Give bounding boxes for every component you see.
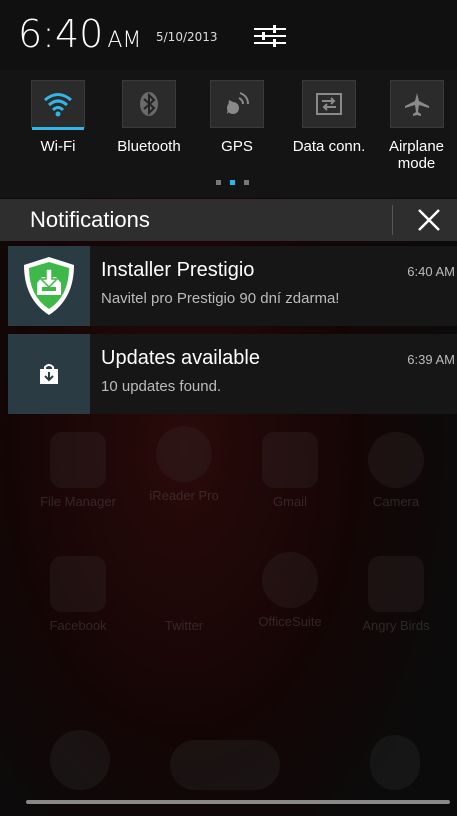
qs-tile-bluetooth[interactable]: Bluetooth	[104, 80, 194, 155]
clear-all-close-icon[interactable]	[414, 205, 444, 235]
notification-subtitle: 10 updates found.	[101, 378, 222, 395]
divider	[392, 205, 393, 235]
notification-icon-container	[8, 334, 90, 414]
airplane-icon	[404, 93, 429, 116]
gps-icon	[227, 92, 249, 114]
notification-updates-available[interactable]: Updates available 10 updates found. 6:39…	[8, 334, 457, 414]
data-connection-toggle[interactable]	[302, 80, 356, 128]
qs-label-wifi: Wi-Fi	[40, 138, 76, 155]
qs-label-bluetooth: Bluetooth	[117, 138, 181, 155]
bg-dock-center	[170, 740, 280, 790]
bg-app-file-manager: File Manager	[28, 432, 128, 509]
qs-tile-gps[interactable]: GPS	[192, 80, 282, 155]
notification-icon-container	[8, 246, 90, 326]
quick-settings-panel: Wi-Fi Bluetooth GPS Data conn. Airplane …	[0, 70, 457, 198]
update-bag-icon	[40, 364, 58, 384]
notification-title: Installer Prestigio	[101, 259, 255, 281]
bg-dock-phone	[50, 730, 110, 790]
clock: 6:40 AM	[18, 12, 142, 56]
qs-label-data: Data conn.	[292, 138, 366, 155]
installer-shield-icon	[24, 257, 74, 315]
qs-tile-airplane[interactable]: Airplane mode	[376, 80, 457, 172]
shade-drag-handle[interactable]	[26, 800, 450, 804]
notification-time: 6:40 AM	[407, 264, 455, 279]
notifications-title: Notifications	[30, 207, 150, 232]
notification-installer-prestigio[interactable]: Installer Prestigio Navitel pro Prestigi…	[8, 246, 457, 326]
bluetooth-toggle[interactable]	[122, 80, 176, 128]
bg-app-officesuite: OfficeSuite	[240, 552, 340, 629]
status-header: 6:40 AM 5/10/2013	[0, 0, 457, 70]
qs-label-gps: GPS	[221, 138, 253, 155]
bluetooth-icon	[140, 92, 158, 116]
notification-subtitle: Navitel pro Prestigio 90 dní zdarma!	[101, 290, 340, 307]
qs-label-airplane: Airplane mode	[388, 138, 445, 172]
bg-app-ireader: iReader Pro	[134, 426, 234, 503]
wifi-toggle[interactable]	[31, 80, 85, 130]
bg-app-camera: Camera	[346, 432, 446, 509]
bg-app-angry-birds: Angry Birds	[346, 556, 446, 633]
gps-toggle[interactable]	[210, 80, 264, 128]
qs-tile-wifi[interactable]: Wi-Fi	[13, 80, 103, 155]
bg-dock-browser	[370, 735, 420, 790]
page-indicator	[216, 180, 249, 185]
bg-app-gmail: Gmail	[240, 432, 340, 509]
notification-time: 6:39 AM	[407, 352, 455, 367]
page-dot	[216, 180, 221, 185]
page-dot-active	[230, 180, 235, 185]
airplane-toggle[interactable]	[389, 80, 444, 128]
page-dot	[244, 180, 249, 185]
bg-app-facebook: Facebook	[28, 556, 128, 633]
date-label: 5/10/2013	[156, 30, 218, 44]
settings-sliders-icon[interactable]	[254, 24, 286, 48]
wifi-icon	[44, 93, 72, 117]
notification-title: Updates available	[101, 347, 260, 369]
notifications-header: Notifications	[0, 199, 457, 241]
qs-tile-data[interactable]: Data conn.	[284, 80, 374, 155]
data-connection-icon	[316, 93, 342, 115]
bg-app-twitter: Twitter	[164, 618, 204, 633]
